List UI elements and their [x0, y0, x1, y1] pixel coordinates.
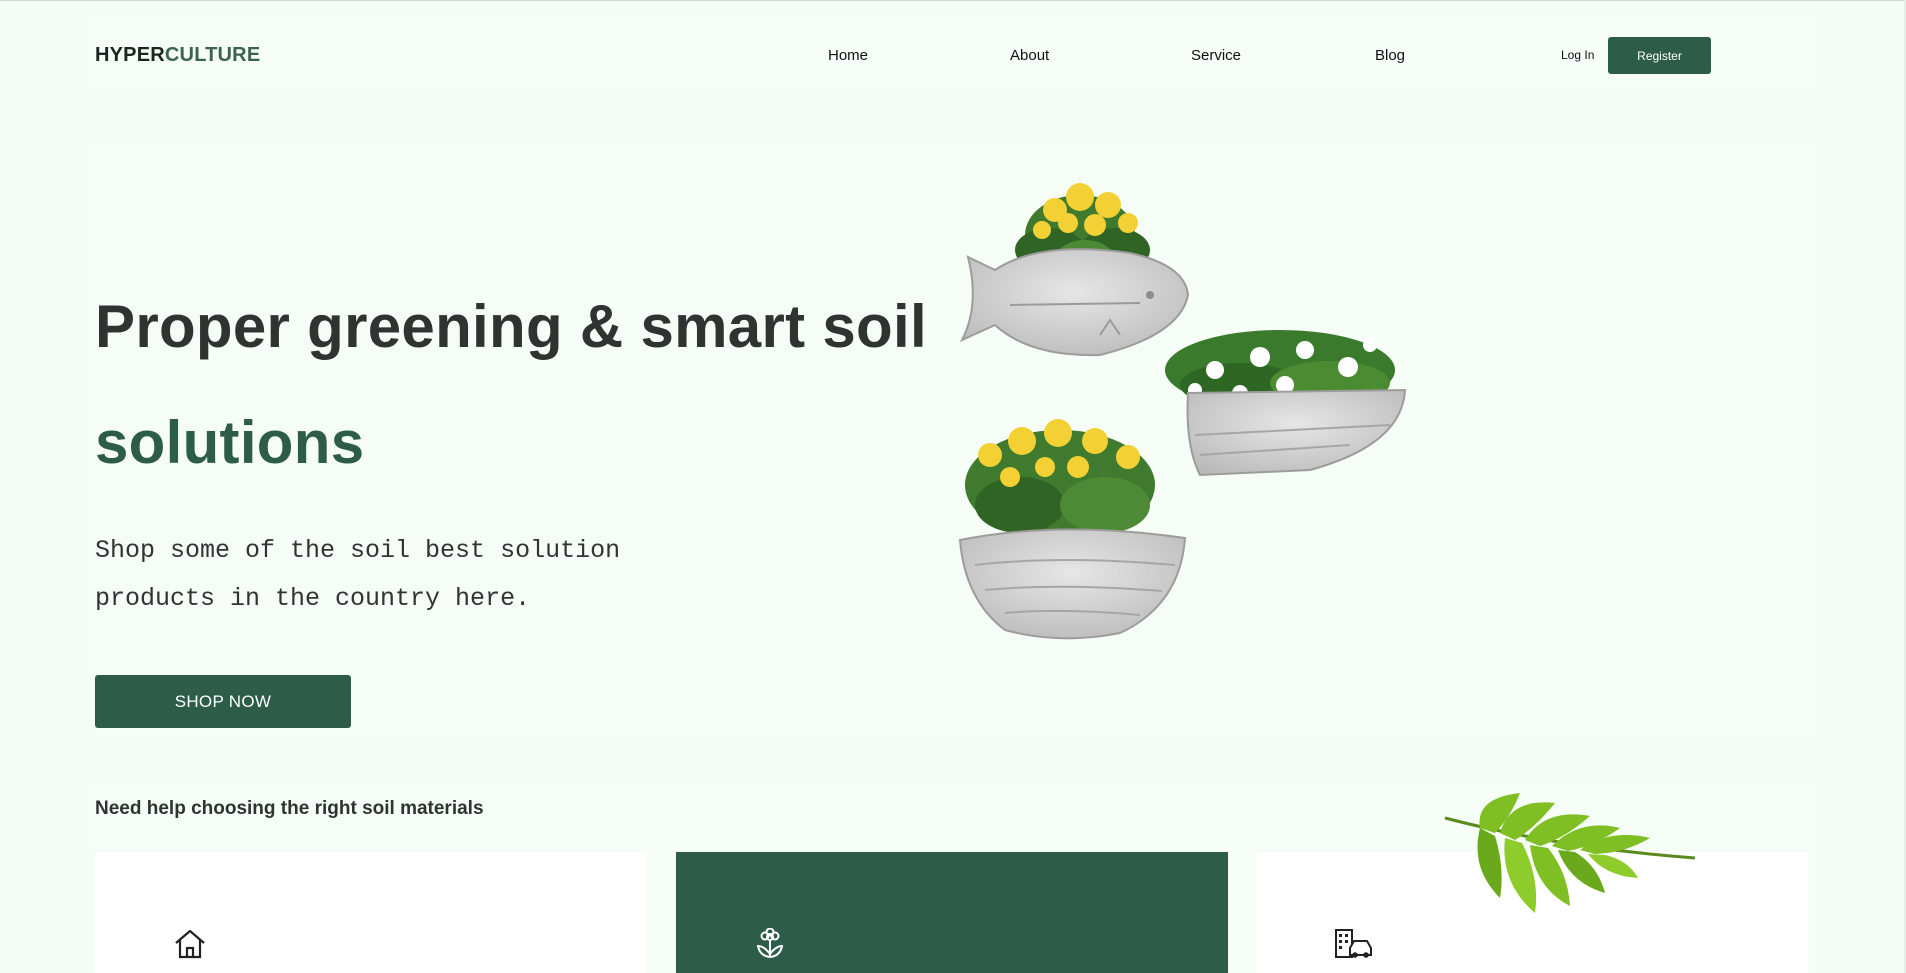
service-card-garden[interactable]: [676, 852, 1228, 973]
potted-plants-image: [958, 183, 1407, 640]
fish-pot-plant: [959, 183, 1190, 357]
building-car-icon: [1335, 929, 1372, 958]
shop-now-button[interactable]: SHOP NOW: [95, 675, 351, 728]
nav-service[interactable]: Service: [1191, 47, 1241, 64]
help-title: Need help choosing the right soil materi…: [95, 798, 484, 819]
hero-title-line2: solutions: [95, 409, 365, 476]
service-card-home[interactable]: [95, 852, 647, 973]
logo[interactable]: HYPERCULTURE: [95, 44, 260, 67]
hero-section: Proper greening & smart soil solutions S…: [95, 145, 1811, 730]
logo-part-culture: CULTURE: [164, 44, 261, 66]
house-icon: [175, 929, 205, 959]
site-header: HYPERCULTURE Home About Service Blog Log…: [95, 18, 1811, 88]
hero-subtitle: Shop some of the soil best solution prod…: [95, 536, 621, 613]
palm-leaf-image: [1444, 793, 1696, 913]
top-divider: [0, 0, 1906, 1]
nav-blog[interactable]: Blog: [1375, 47, 1405, 64]
nav-about[interactable]: About: [1010, 47, 1049, 64]
login-link[interactable]: Log In: [1561, 48, 1594, 62]
nav-home[interactable]: Home: [828, 47, 868, 64]
flower-icon: [756, 928, 784, 959]
logo-part-hyper: HYPER: [95, 44, 165, 66]
hero-title-line1: Proper greening & smart soil: [95, 293, 927, 360]
hero-title: Proper greening & smart soil solutions: [95, 269, 927, 501]
bowl-pot-plant: [958, 419, 1187, 640]
register-button[interactable]: Register: [1608, 37, 1711, 74]
boat-pot-plant: [1165, 330, 1407, 477]
